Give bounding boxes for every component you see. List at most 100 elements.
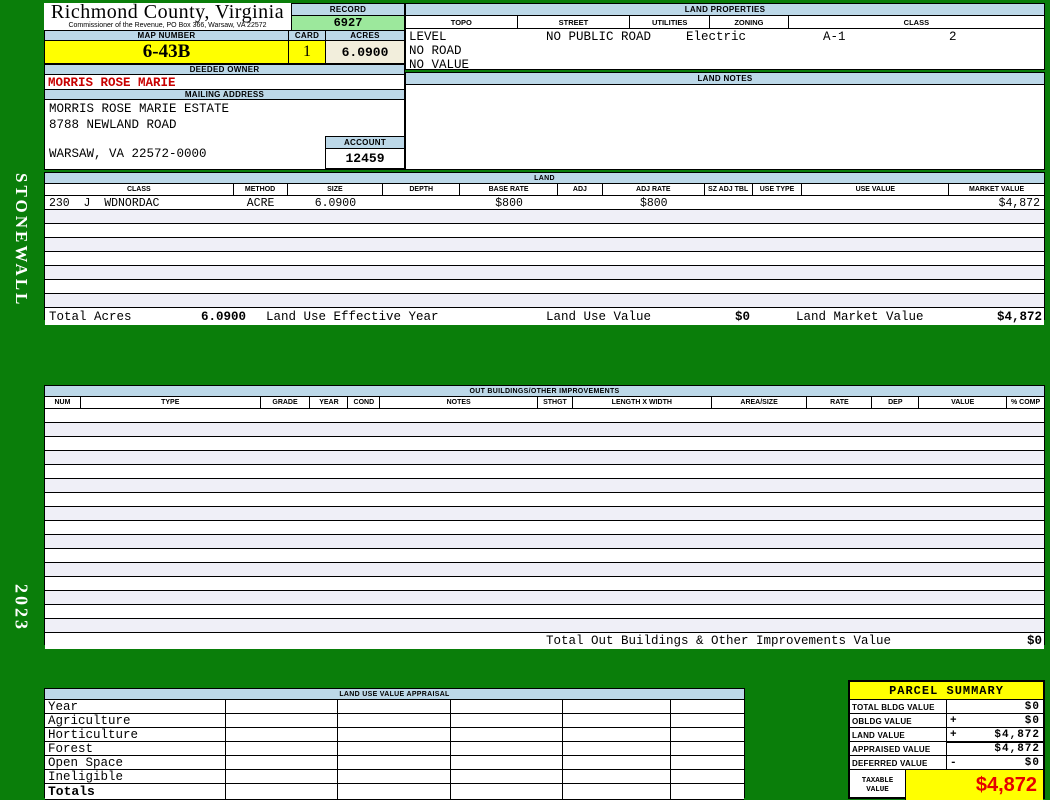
appraisal-cell	[451, 728, 563, 741]
land-cell: $800	[495, 197, 523, 209]
column-header: NOTES	[380, 397, 539, 408]
land-cell: ACRE	[246, 197, 275, 209]
empty-row	[45, 535, 1044, 549]
parcel-summary-row-label: OBLDG VALUE	[850, 714, 947, 727]
district-label: STONEWALL	[12, 172, 31, 308]
parcel-summary-row-label: APPRAISED VALUE	[850, 742, 947, 755]
appraisal-cell	[338, 742, 451, 755]
empty-row	[45, 577, 1044, 591]
topo-value: LEVEL	[409, 30, 447, 44]
appraisal-cell	[671, 770, 744, 783]
land-data-row: 230 J WDNORDAC ACRE 6.0900 $800 $800 $4,872	[45, 196, 1044, 210]
column-header: USE TYPE	[753, 184, 803, 195]
appraisal-row: Forest	[45, 742, 744, 756]
appraisal-row-label: Agriculture	[45, 714, 227, 728]
empty-row	[45, 619, 1044, 633]
appraisal-cell	[338, 728, 451, 741]
appraisal-cell	[563, 700, 672, 713]
map-number-value: 6-43B	[44, 40, 289, 64]
out-buildings-total-row: Total Out Buildings & Other Improvements…	[45, 633, 1044, 649]
column-header: LENGTH X WIDTH	[573, 397, 712, 408]
column-header: ADJ RATE	[603, 184, 705, 195]
appraisal-cell	[671, 714, 744, 727]
land-cell	[802, 196, 949, 209]
column-header: RATE	[807, 397, 873, 408]
column-header: ADJ	[558, 184, 603, 195]
appraisal-cell	[671, 728, 744, 741]
column-header: SZ ADJ TBL	[705, 184, 753, 195]
appraisal-cell	[671, 784, 744, 799]
out-buildings-body	[45, 409, 1044, 633]
column-header: TYPE	[81, 397, 261, 408]
appraisal-cell	[226, 728, 339, 741]
column-header: USE VALUE	[802, 184, 950, 195]
appraisal-cell	[451, 770, 563, 783]
parcel-summary-operator: -	[950, 756, 957, 769]
parcel-summary-row: OBLDG VALUE + $0	[850, 714, 1043, 728]
column-header: COND	[348, 397, 381, 408]
address-line: WARSAW, VA 22572-0000	[49, 147, 207, 161]
appraisal-row-label: Horticulture	[45, 728, 227, 742]
appraisal-cell	[671, 742, 744, 755]
land-cell	[705, 196, 753, 209]
column-header: MARKET VALUE	[969, 186, 1025, 193]
appraisal-cell	[338, 756, 451, 769]
land-properties-values: LEVEL NO ROAD NO VALUE NO PUBLIC ROAD El…	[406, 29, 1044, 72]
land-use-value-label: Land Use Value	[546, 310, 652, 324]
effective-year-label: Land Use Effective Year	[266, 310, 439, 324]
out-buildings-column-headers: NUM TYPE GRADE YEAR COND NOTES STHGT LENGTH X W…	[45, 397, 1044, 409]
appraisal-row: Agriculture	[45, 714, 744, 728]
appraisal-row: Year	[45, 700, 744, 714]
column-header: AREA/SIZE	[712, 397, 808, 408]
column-header: METHOD	[234, 184, 288, 195]
land-totals-row: Total Acres 6.0900 Land Use Effective Ye…	[45, 308, 1044, 325]
appraisal-cell	[451, 742, 563, 755]
column-header: CLASS	[45, 184, 234, 195]
column-header: SIZE	[288, 184, 384, 195]
record-box: RECORD 6927	[291, 3, 405, 31]
column-header: NUM	[45, 397, 81, 408]
appraisal-row: Ineligible	[45, 770, 744, 784]
card-value: 1	[288, 40, 326, 64]
out-buildings-table: OUT BUILDINGS/OTHER IMPROVEMENTS NUM TYPE…	[44, 385, 1045, 649]
land-market-value-label: Land Market Value	[796, 310, 924, 324]
appraisal-cell	[226, 784, 339, 799]
empty-row	[45, 563, 1044, 577]
appraisal-row-label: Forest	[45, 742, 227, 756]
empty-row	[45, 294, 1044, 308]
parcel-summary-operator: +	[950, 714, 957, 727]
land-use-appraisal-table: LAND USE VALUE APPRAISAL Year Agriculture…	[44, 688, 745, 800]
land-cell: 230 J WDNORDAC	[49, 197, 160, 209]
appraisal-cell	[671, 756, 744, 769]
appraisal-cell	[226, 770, 339, 783]
address-line: 8788 NEWLAND ROAD	[49, 118, 177, 132]
account-box: ACCOUNT 12459	[325, 136, 405, 169]
appraisal-cell	[226, 742, 339, 755]
appraisal-cell	[451, 784, 563, 799]
parcel-summary-row: LAND VALUE + $4,872	[850, 728, 1043, 742]
street-value: NO PUBLIC ROAD	[546, 30, 652, 44]
parcel-summary-row-value: $0	[1024, 756, 1040, 769]
land-cell: 6.0900	[314, 197, 357, 209]
empty-row	[45, 507, 1044, 521]
record-value: 6927	[291, 15, 405, 31]
empty-row	[45, 280, 1044, 294]
appraisal-cell	[563, 784, 672, 799]
land-market-value: $4,872	[996, 310, 1042, 324]
column-header: DEPTH	[383, 184, 461, 195]
parcel-summary-rows: TOTAL BLDG VALUE $0 OBLDG VALUE + $0 LAND VAL…	[850, 700, 1043, 770]
appraisal-cell	[671, 700, 744, 713]
empty-row	[45, 521, 1044, 535]
empty-row	[45, 210, 1044, 224]
appraisal-cell	[338, 784, 451, 799]
land-cell: $800	[639, 197, 668, 209]
empty-row	[45, 451, 1044, 465]
land-cell: $4,872	[998, 197, 1040, 209]
empty-row	[45, 266, 1044, 280]
land-use-value: $0	[734, 310, 750, 324]
parcel-summary-row-value: $4,872	[994, 728, 1040, 741]
appraisal-row: Horticulture	[45, 728, 744, 742]
parcel-summary-row-label: LAND VALUE	[850, 728, 947, 741]
utilities-value: Electric	[686, 30, 747, 44]
column-header: BASE RATE	[460, 184, 558, 195]
